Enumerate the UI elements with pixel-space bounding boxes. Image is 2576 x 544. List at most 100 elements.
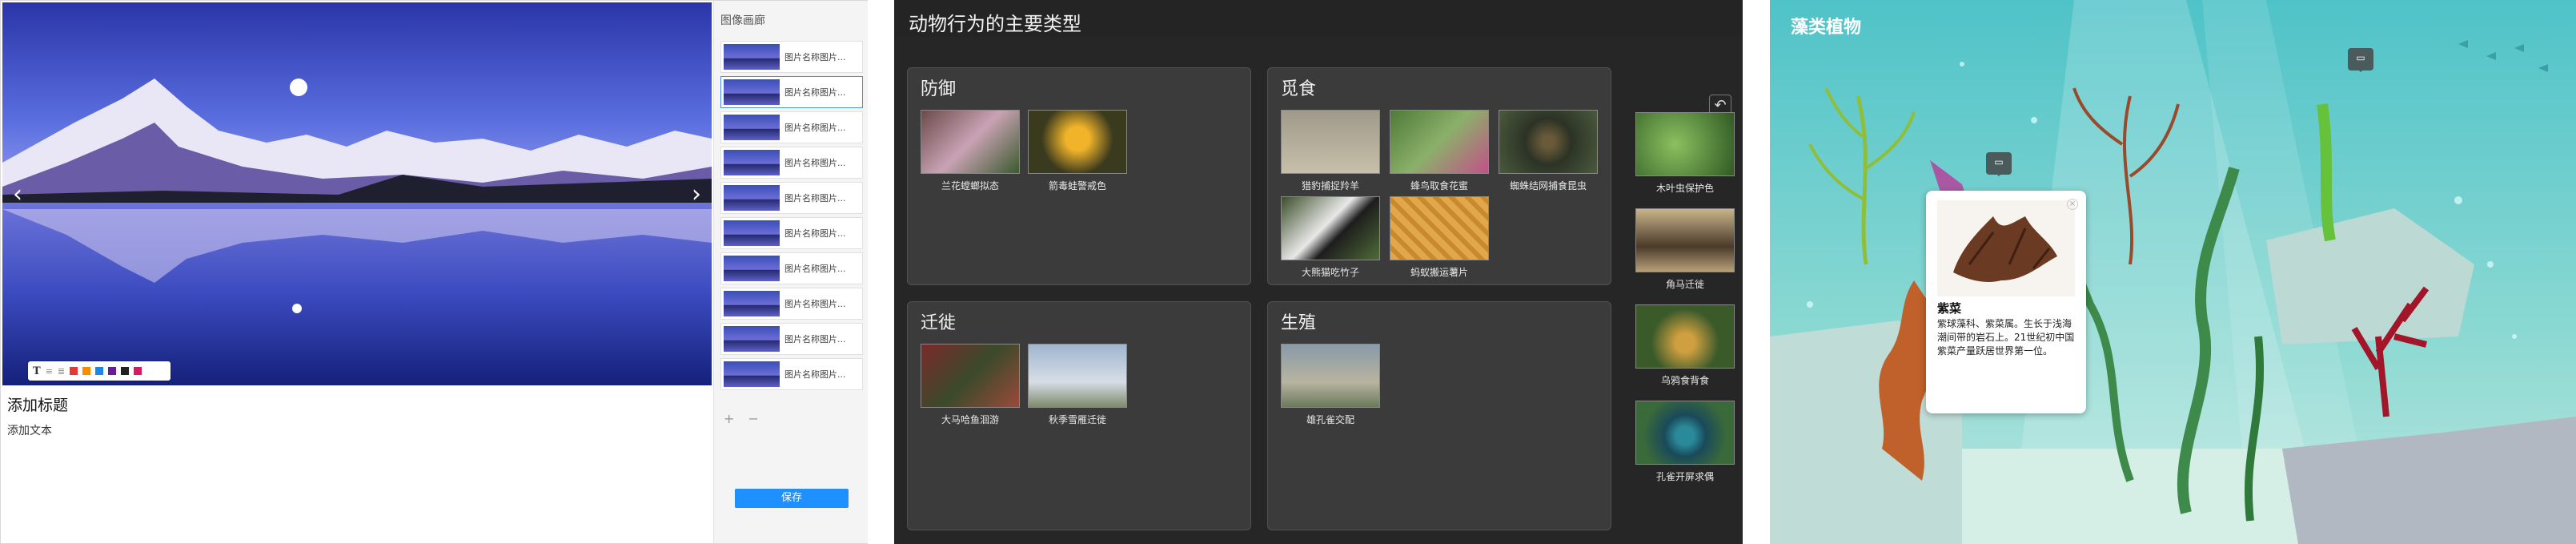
thumbnail-label: 图片名称图片... xyxy=(784,334,846,345)
thumbnail-item[interactable]: 图片名称图片... xyxy=(720,41,863,73)
card-label: 大马哈鱼洄游 xyxy=(941,414,999,425)
thumbnail-image xyxy=(724,326,780,352)
card-label: 秋季雪雁迁徙 xyxy=(1048,414,1106,425)
thumbnail-item[interactable]: 图片名称图片... xyxy=(720,147,863,179)
color-swatch-purple[interactable] xyxy=(108,367,117,375)
info-popup: × 紫菜 紫球藻科、紫菜属。生长于浅海潮间带的岩石上。21世纪初中国紫菜产量跃居… xyxy=(1926,191,2086,413)
panel-header: 动物行为的主要类型 xyxy=(894,0,1743,37)
thumbnail-label: 图片名称图片... xyxy=(784,87,846,98)
unsorted-card[interactable]: 木叶虫保护色 xyxy=(1635,112,1735,195)
behavior-card[interactable]: 兰花螳螂拟态 xyxy=(921,110,1020,192)
card-image xyxy=(921,110,1020,174)
card-image xyxy=(1281,344,1380,408)
thumbnail-image xyxy=(724,256,780,281)
card-label: 猎豹捕捉羚羊 xyxy=(1301,180,1359,191)
card-label: 孔雀开屏求偶 xyxy=(1655,471,1714,482)
category-migration[interactable]: 迁徙 大马哈鱼洄游 秋季雪雁迁徙 xyxy=(907,301,1251,530)
popup-title: 紫菜 xyxy=(1937,301,1962,316)
card-label: 箭毒蛙警戒色 xyxy=(1048,180,1106,191)
color-swatch-orange[interactable] xyxy=(82,367,91,375)
thumbnail-label: 图片名称图片... xyxy=(784,52,846,62)
list-icon[interactable]: ≣ xyxy=(58,366,65,377)
page-title: 藻类植物 xyxy=(1791,18,1862,38)
thumbnail-item[interactable]: 图片名称图片... xyxy=(720,323,863,355)
thumbnail-item[interactable]: 图片名称图片... xyxy=(720,182,863,214)
thumbnail-item[interactable]: 图片名称图片... xyxy=(720,111,863,143)
thumbnail-item[interactable]: 图片名称图片... xyxy=(720,358,863,390)
behavior-card[interactable]: 雄孔雀交配 xyxy=(1281,344,1380,426)
info-bubble-icon[interactable]: ▭ xyxy=(2348,48,2373,72)
thumbnail-image xyxy=(724,220,780,246)
unsorted-card[interactable]: 孔雀开屏求偶 xyxy=(1635,401,1735,483)
popup-description: 紫球藻科、紫菜属。生长于浅海潮间带的岩石上。21世纪初中国紫菜产量跃居世界第一位… xyxy=(1937,318,2075,357)
info-bubble-icon[interactable]: ▭ xyxy=(1986,152,2012,176)
thumbnail-label: 图片名称图片... xyxy=(784,158,846,168)
thumbnail-image xyxy=(724,115,780,140)
caption-text[interactable]: 添加文本 xyxy=(7,422,52,438)
thumbnail-item[interactable]: 图片名称图片... xyxy=(720,252,863,284)
card-image xyxy=(1635,208,1735,272)
unsorted-card[interactable]: 乌鸦食背食 xyxy=(1635,304,1735,387)
behavior-card[interactable]: 蜂鸟取食花蜜 xyxy=(1390,110,1489,192)
category-foraging[interactable]: 觅食 猎豹捕捉羚羊 蜂鸟取食花蜜 蜘蛛结网捕食昆虫 大熊猫吃竹子 蚂蚁搬运薯片 xyxy=(1267,67,1611,285)
popup-image xyxy=(1937,200,2075,296)
color-swatch-red[interactable] xyxy=(70,367,78,375)
behavior-card[interactable]: 蚂蚁搬运薯片 xyxy=(1390,196,1489,279)
next-image-button[interactable]: › xyxy=(684,179,708,211)
behavior-card[interactable]: 秋季雪雁迁徙 xyxy=(1028,344,1127,426)
color-swatch-pink[interactable] xyxy=(134,367,142,375)
prev-image-button[interactable]: ‹ xyxy=(6,179,30,211)
card-image xyxy=(1635,304,1735,369)
text-tool-icon[interactable]: T xyxy=(33,365,41,377)
card-label: 雄孔雀交配 xyxy=(1306,414,1354,425)
thumbnail-item[interactable]: 图片名称图片... xyxy=(720,288,863,320)
card-label: 乌鸦食背食 xyxy=(1660,375,1709,386)
behavior-card[interactable]: 大熊猫吃竹子 xyxy=(1281,196,1380,279)
card-label: 木叶虫保护色 xyxy=(1655,183,1714,194)
close-icon[interactable]: × xyxy=(2067,199,2078,210)
unsorted-card[interactable]: 角马迁徙 xyxy=(1635,208,1735,291)
caption-title[interactable]: 添加标题 xyxy=(7,393,68,415)
behavior-card[interactable]: 大马哈鱼洄游 xyxy=(921,344,1020,426)
add-remove-buttons[interactable]: + − xyxy=(724,411,764,426)
category-title: 迁徙 xyxy=(921,313,957,333)
card-image xyxy=(1281,110,1380,174)
animal-behavior-panel: 动物行为的主要类型 ↶ 防御 兰花螳螂拟态 箭毒蛙警戒色 觅食 猎豹捕捉羚羊 蜂… xyxy=(894,0,1743,544)
card-image xyxy=(1390,110,1489,174)
behavior-card[interactable]: 蜘蛛结网捕食昆虫 xyxy=(1499,110,1598,192)
thumbnail-label: 图片名称图片... xyxy=(784,123,846,133)
annotation-toolbar: T ≡ ≣ xyxy=(28,361,171,381)
card-label: 蜘蛛结网捕食昆虫 xyxy=(1509,180,1587,191)
card-label: 蚂蚁搬运薯片 xyxy=(1410,267,1468,278)
gallery-editor-panel: ‹ › T ≡ ≣ 添加标题 添加文本 图像画廊 图片名称图片... 图片名称图… xyxy=(0,0,868,544)
sidebar-title: 图像画廊 xyxy=(720,14,765,27)
card-label: 大熊猫吃竹子 xyxy=(1301,267,1359,278)
page-title: 动物行为的主要类型 xyxy=(909,13,1081,35)
thumbnail-label: 图片名称图片... xyxy=(784,369,846,380)
gallery-sidebar: 图像画廊 图片名称图片... 图片名称图片... 图片名称图片... 图片名称图… xyxy=(713,1,868,543)
seaweed-specimen-image xyxy=(1953,216,2057,282)
algae-aquarium-panel: 藻类植物 ▭ ▭ × 紫菜 紫球藻科、紫菜属。生长于浅海潮间带的岩石上。21世纪… xyxy=(1770,0,2576,544)
category-title: 生殖 xyxy=(1281,313,1317,333)
aquarium-scene xyxy=(1770,0,2576,544)
card-image xyxy=(1390,196,1489,260)
thumbnail-image xyxy=(724,361,780,387)
category-reproduction[interactable]: 生殖 雄孔雀交配 xyxy=(1267,301,1611,530)
thumbnail-image xyxy=(724,291,780,316)
screenshot-stage: ‹ › T ≡ ≣ 添加标题 添加文本 图像画廊 图片名称图片... 图片名称图… xyxy=(0,0,2576,544)
color-swatch-blue[interactable] xyxy=(95,367,104,375)
behavior-card[interactable]: 箭毒蛙警戒色 xyxy=(1028,110,1127,192)
thumbnail-list: 图片名称图片... 图片名称图片... 图片名称图片... 图片名称图片... … xyxy=(720,41,863,393)
category-defense[interactable]: 防御 兰花螳螂拟态 箭毒蛙警戒色 xyxy=(907,67,1251,285)
save-button[interactable]: 保存 xyxy=(735,489,849,508)
card-image xyxy=(1499,110,1598,174)
panel-body: ↶ 防御 兰花螳螂拟态 箭毒蛙警戒色 觅食 猎豹捕捉羚羊 蜂鸟取食花蜜 蜘蛛结网… xyxy=(894,37,1743,544)
thumbnail-item[interactable]: 图片名称图片... xyxy=(720,217,863,249)
align-icon[interactable]: ≡ xyxy=(46,366,53,377)
main-image[interactable]: ‹ › T ≡ ≣ xyxy=(2,2,712,385)
behavior-card[interactable]: 猎豹捕捉羚羊 xyxy=(1281,110,1380,192)
color-swatch-black[interactable] xyxy=(121,367,130,375)
card-label: 兰花螳螂拟态 xyxy=(941,180,999,191)
card-image xyxy=(1028,344,1127,408)
thumbnail-item-selected[interactable]: 图片名称图片... xyxy=(720,76,863,108)
